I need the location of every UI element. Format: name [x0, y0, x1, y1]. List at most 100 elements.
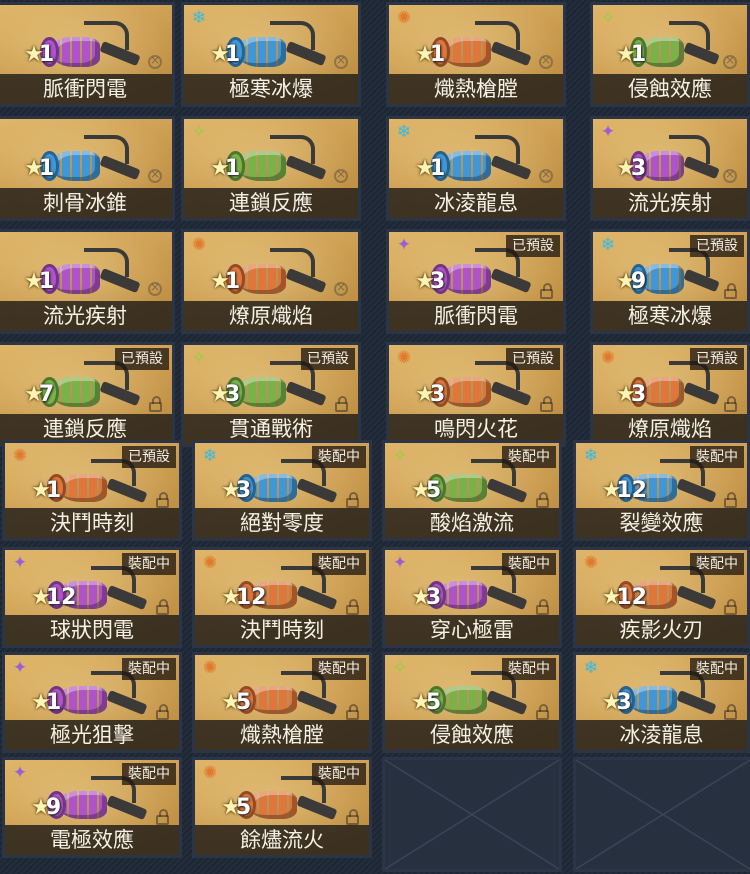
weapon-card[interactable]: ✧ ★ 3 已預設 貫通戰術 [181, 342, 361, 447]
weapon-name: 極寒冰爆 [593, 301, 747, 331]
weapon-card[interactable]: ★1刺骨冰錐 [0, 116, 175, 221]
lock-icon [149, 396, 162, 413]
star-level: ★ 1 [24, 38, 54, 72]
equipped-badge: 裝配中 [690, 446, 744, 468]
weapon-level: 12 [616, 478, 647, 504]
weapon-drum [629, 685, 677, 715]
weapon-image [225, 246, 330, 307]
equipped-badge: 裝配中 [122, 763, 176, 785]
star-level: ★ 3 [415, 265, 445, 299]
star-level: ★ 12 [31, 581, 76, 615]
weapon-drum [52, 264, 101, 294]
weapon-level: 1 [224, 268, 241, 294]
weapon-drum [59, 685, 108, 715]
weapon-card[interactable]: ✺ ★ 3 已預設 鳴閃火花 [386, 342, 566, 447]
weapon-card[interactable]: ✺ ★ 3 已預設 燎原熾焰 [590, 342, 750, 447]
fire-element-icon: ✺ [600, 348, 616, 368]
equipped-badge: 裝配中 [502, 658, 556, 680]
weapon-card[interactable]: ✧★1侵蝕效應 [590, 2, 750, 107]
weapon-card[interactable]: ✺ ★ 5 裝配中 餘燼流火 [192, 757, 372, 858]
weapon-card[interactable]: ✺ ★ 12 裝配中 疾影火刃 [573, 547, 750, 648]
weapon-card[interactable]: ✦ ★ 9 裝配中 電極效應 [2, 757, 182, 858]
weapon-card[interactable]: ✺ ★ 1 已預設 決鬥時刻 [2, 440, 182, 541]
weapon-level: 3 [616, 690, 632, 716]
weapon-drum [249, 685, 298, 715]
lock-icon [335, 396, 348, 413]
weapon-card[interactable]: ❄★1極寒冰爆 [181, 2, 361, 107]
weapon-card[interactable]: ★1脈衝閃電 [0, 2, 175, 107]
star-level: ★ 1 [24, 265, 54, 299]
void-element-icon: ✦ [392, 553, 408, 573]
lock-icon [536, 492, 549, 509]
weapon-card[interactable]: ✦ ★ 3 已預設 脈衝閃電 [386, 229, 566, 334]
weapon-card[interactable]: ✧ ★ 5 裝配中 酸焰激流 [382, 440, 562, 541]
star-level: ★ 1 [210, 38, 240, 72]
weapon-level: 1 [224, 41, 241, 67]
star-level: ★ 5 [221, 791, 251, 825]
star-level: ★ 3 [411, 581, 441, 615]
star-level: ★ 3 [415, 378, 445, 412]
weapon-name: 穿心極雷 [385, 615, 559, 645]
weapon-card[interactable]: ★ 7 已預設 連鎖反應 [0, 342, 175, 447]
weapon-level: 9 [630, 268, 647, 294]
weapon-name: 脈衝閃電 [389, 301, 563, 331]
unlocked-icon [539, 167, 553, 183]
weapon-card[interactable]: ✺★1燎原熾焰 [181, 229, 361, 334]
equipped-badge: 裝配中 [690, 658, 744, 680]
weapon-card[interactable]: ✧ ★ 5 裝配中 侵蝕效應 [382, 652, 562, 753]
weapon-card[interactable]: ❄ ★ 9 已預設 極寒冰爆 [590, 229, 750, 334]
weapon-level: 1 [38, 268, 55, 294]
star-level: ★ 7 [24, 378, 54, 412]
equipped-badge: 裝配中 [312, 658, 366, 680]
weapon-level: 1 [38, 155, 55, 181]
weapon-card[interactable]: ❄ ★ 3 裝配中 絕對零度 [192, 440, 372, 541]
unlocked-icon [723, 167, 737, 183]
weapon-card[interactable]: ❄★1冰淩龍息 [386, 116, 566, 221]
weapon-card[interactable]: ✦★3流光疾射 [590, 116, 750, 221]
corrosion-element-icon: ✧ [191, 348, 207, 368]
weapon-level: 12 [45, 585, 77, 611]
lock-icon [724, 283, 737, 300]
ice-element-icon: ❄ [583, 446, 599, 466]
weapon-drum [443, 264, 492, 294]
weapon-image [39, 246, 144, 307]
weapon-image [430, 19, 535, 80]
weapon-card[interactable]: ✦ ★ 12 裝配中 球狀閃電 [2, 547, 182, 648]
weapon-drum [238, 264, 287, 294]
star-level: ★ 1 [210, 152, 240, 186]
weapon-image [39, 133, 144, 194]
preset-badge: 已預設 [115, 348, 169, 370]
preset-badge: 已預設 [690, 235, 744, 257]
weapon-card[interactable]: ✦ ★ 1 裝配中 極光狙擊 [2, 652, 182, 753]
star-level: ★ 1 [31, 686, 61, 720]
empty-slot[interactable] [382, 757, 562, 872]
lock-icon [346, 492, 359, 509]
weapon-card[interactable]: ★1流光疾射 [0, 229, 175, 334]
weapon-level: 5 [235, 690, 252, 716]
star-level: ★ 12 [602, 474, 647, 508]
weapon-level: 1 [45, 690, 62, 716]
weapon-card[interactable]: ✺ ★ 12 裝配中 決鬥時刻 [192, 547, 372, 648]
weapon-card[interactable]: ✧★1連鎖反應 [181, 116, 361, 221]
weapon-card[interactable]: ❄ ★ 12 裝配中 裂變效應 [573, 440, 750, 541]
weapon-card[interactable]: ✦ ★ 3 裝配中 穿心極雷 [382, 547, 562, 648]
weapon-image [225, 19, 330, 80]
weapon-card[interactable]: ✺ ★ 5 裝配中 熾熱槍膛 [192, 652, 372, 753]
weapon-drum [641, 37, 684, 67]
unlocked-icon [334, 53, 348, 69]
weapon-level: 1 [630, 41, 647, 67]
star-level: ★ 3 [602, 686, 632, 720]
weapon-card[interactable]: ✺★1熾熱槍膛 [386, 2, 566, 107]
star-level: ★ 1 [415, 38, 445, 72]
weapon-card[interactable]: ❄ ★ 3 裝配中 冰淩龍息 [573, 652, 750, 753]
ice-element-icon: ❄ [583, 658, 599, 678]
weapon-image [39, 19, 144, 80]
star-level: ★ 3 [616, 378, 646, 412]
empty-slot[interactable] [573, 757, 750, 872]
weapon-name: 餘燼流火 [195, 825, 369, 855]
weapon-level: 3 [630, 155, 647, 181]
weapon-name: 極寒冰爆 [184, 74, 358, 104]
weapon-drum [52, 37, 101, 67]
fire-element-icon: ✺ [191, 235, 207, 255]
star-level: ★ 3 [221, 474, 251, 508]
